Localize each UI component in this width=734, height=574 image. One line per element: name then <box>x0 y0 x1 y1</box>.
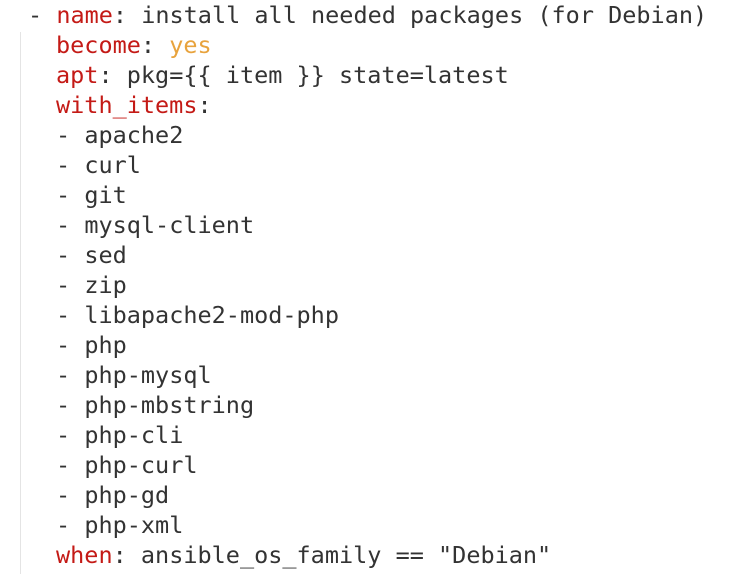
list-item-value: git <box>84 181 127 209</box>
yaml-colon: : <box>112 1 128 29</box>
list-dash: - <box>56 301 71 329</box>
list-item: - git <box>56 180 127 210</box>
yaml-key-name: name <box>56 1 113 29</box>
list-item-value: curl <box>84 151 141 179</box>
yaml-value-name: install all needed packages (for Debian) <box>141 1 708 29</box>
code-editor[interactable]: - name: install all needed packages (for… <box>0 0 734 574</box>
yaml-key-apt: apt <box>56 61 99 89</box>
list-dash: - <box>56 421 71 449</box>
list-dash: - <box>56 151 71 179</box>
list-dash: - <box>28 1 43 29</box>
yaml-colon: : <box>197 91 212 119</box>
list-dash: - <box>56 511 71 539</box>
list-item-value: php <box>84 331 127 359</box>
list-item: - sed <box>56 240 127 270</box>
list-item-value: php-cli <box>84 421 184 449</box>
yaml-key-become: become <box>56 31 141 59</box>
list-item: - php-cli <box>56 420 183 450</box>
list-item-value: zip <box>84 271 127 299</box>
yaml-value-when: ansible_os_family == "Debian" <box>140 541 552 569</box>
list-dash: - <box>56 391 71 419</box>
list-item: - php-mysql <box>56 360 212 390</box>
list-item: - php-mbstring <box>56 390 254 420</box>
yaml-key-when: when <box>56 541 113 569</box>
list-item-value: php-curl <box>84 451 198 479</box>
list-item-value: php-mbstring <box>84 391 255 419</box>
list-item-value: mysql-client <box>84 211 255 239</box>
code-line-name: - name: install all needed packages (for… <box>28 0 707 30</box>
list-item: - libapache2-mod-php <box>56 300 339 330</box>
list-item-value: php-xml <box>84 511 184 539</box>
list-item-value: libapache2-mod-php <box>84 301 339 329</box>
yaml-value-apt: pkg={{ item }} state=latest <box>126 61 509 89</box>
list-dash: - <box>56 181 71 209</box>
list-item-value: php-gd <box>84 481 170 509</box>
yaml-key-with-items: with_items <box>56 91 198 119</box>
list-item: - php-xml <box>56 510 183 540</box>
list-item: - php-gd <box>56 480 169 510</box>
list-dash: - <box>56 271 71 299</box>
yaml-value-become: yes <box>169 31 212 59</box>
list-item: - php <box>56 330 127 360</box>
list-item: - php-curl <box>56 450 198 480</box>
list-dash: - <box>56 211 71 239</box>
indent-guide <box>20 32 21 574</box>
yaml-colon: : <box>140 31 156 59</box>
list-item: - zip <box>56 270 127 300</box>
list-item: - apache2 <box>56 120 183 150</box>
code-line-with-items: with_items: <box>56 90 212 120</box>
code-line-become: become: yes <box>56 30 212 60</box>
list-item-value: apache2 <box>84 121 184 149</box>
list-dash: - <box>56 241 71 269</box>
yaml-colon: : <box>98 61 113 89</box>
list-dash: - <box>56 331 71 359</box>
list-dash: - <box>56 451 71 479</box>
list-item-value: sed <box>84 241 127 269</box>
list-dash: - <box>56 361 71 389</box>
list-item: - curl <box>56 150 141 180</box>
code-line-apt: apt: pkg={{ item }} state=latest <box>56 60 509 90</box>
list-dash: - <box>56 481 71 509</box>
list-item: - mysql-client <box>56 210 254 240</box>
list-dash: - <box>56 121 71 149</box>
clipped-next-line <box>60 566 580 574</box>
list-item-value: php-mysql <box>84 361 212 389</box>
yaml-colon: : <box>112 541 127 569</box>
